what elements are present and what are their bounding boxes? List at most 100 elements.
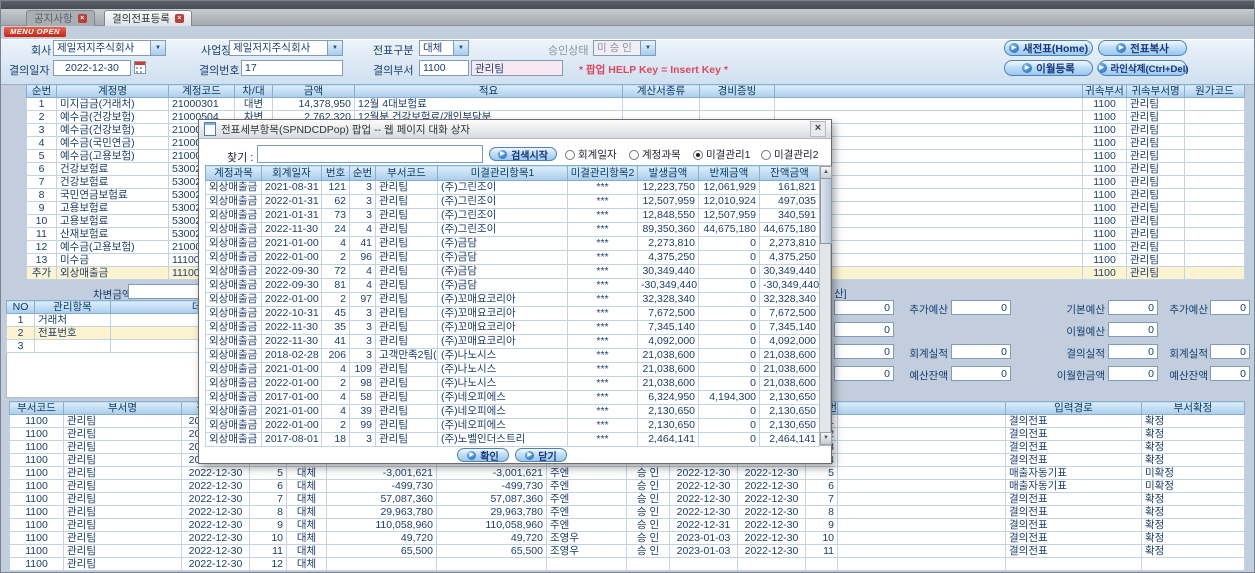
cell[interactable]: 0 (698, 264, 760, 279)
cell[interactable]: 승 인 (626, 492, 670, 506)
cell[interactable]: 0 (698, 278, 760, 293)
cell[interactable]: 주엔 (546, 492, 627, 506)
cell[interactable]: 7 (26, 175, 57, 189)
cell[interactable]: 21,038,600 (637, 362, 699, 377)
cell[interactable]: 거래처 (34, 313, 111, 327)
cell[interactable]: 1100 (9, 453, 64, 467)
cell[interactable]: *** (567, 334, 638, 349)
cell[interactable]: 관리팀 (63, 505, 182, 519)
cell[interactable]: 12월 4대보험료 (354, 97, 623, 111)
cell[interactable]: 관리팀 (375, 390, 438, 405)
cell[interactable]: 1100 (9, 492, 64, 506)
cell[interactable]: 관리팀 (63, 518, 182, 532)
cell[interactable]: 매출자동기표 (1005, 479, 1142, 493)
cell[interactable]: 12,507,959 (637, 194, 699, 209)
cell[interactable]: -3,001,621 (326, 466, 437, 480)
cell[interactable]: 12,223,750 (637, 180, 699, 195)
cell[interactable]: 5 (805, 466, 838, 480)
scroll-down-icon[interactable]: ▼ (820, 432, 832, 445)
cell[interactable]: 4 (321, 362, 350, 377)
cell[interactable] (1005, 557, 1142, 571)
cell[interactable]: 62 (321, 194, 350, 209)
carry-over-button[interactable]: ▶ 이월등록 (1004, 60, 1093, 76)
cell[interactable]: 8 (805, 505, 838, 519)
cell[interactable] (837, 544, 1006, 558)
cell[interactable]: 예수금(건강보험) (56, 110, 169, 124)
cell[interactable]: 관리팀 (375, 250, 438, 265)
cell[interactable]: 2022-01-31 (261, 194, 322, 209)
cell[interactable]: 65,500 (436, 544, 547, 558)
budget-left-resolution-value[interactable]: 0 (834, 344, 894, 359)
cell[interactable] (34, 339, 111, 353)
cell[interactable]: 주엔 (546, 466, 627, 480)
cell[interactable]: 관리팀 (375, 194, 438, 209)
cell[interactable]: 확정 (1141, 453, 1245, 467)
cell[interactable] (1184, 188, 1245, 202)
cell[interactable]: 미확정 (1141, 479, 1245, 493)
cell[interactable]: 1100 (1082, 110, 1127, 124)
cell[interactable] (699, 97, 775, 111)
cell[interactable]: (주)꼬매요코리아 (437, 334, 568, 349)
cell[interactable]: 44,675,180 (698, 222, 760, 237)
cell[interactable]: 2022-09-30 (261, 278, 322, 293)
cell[interactable]: (주)그린조이 (437, 194, 568, 209)
cell[interactable]: 관리팀 (375, 306, 438, 321)
cell[interactable]: 2,273,810 (637, 236, 699, 251)
cell[interactable]: 2,130,650 (759, 404, 820, 419)
cell[interactable]: 외상매출금 (205, 278, 262, 293)
radio-account-subject[interactable]: 계정과목 (629, 147, 681, 162)
cell[interactable]: 예수금(국민연금) (56, 136, 169, 150)
cell[interactable]: 1100 (1082, 253, 1127, 267)
cell[interactable]: 0 (698, 292, 760, 307)
cell[interactable]: 10 (26, 214, 57, 228)
cell[interactable]: 2022-12-30 (669, 492, 738, 506)
cell[interactable]: 2022-12-30 (181, 531, 250, 545)
budget-right-carry-value[interactable]: 0 (1108, 322, 1158, 337)
cell[interactable]: 3 (349, 432, 376, 447)
cell[interactable]: 32,328,340 (759, 292, 820, 307)
cell[interactable]: (주)꼬매요코리아 (437, 292, 568, 307)
cell[interactable]: 7,672,500 (759, 306, 820, 321)
cell[interactable]: 관리팀 (63, 492, 182, 506)
cell[interactable]: 2023-01-03 (669, 544, 738, 558)
cell[interactable]: 57,087,360 (436, 492, 547, 506)
cell[interactable]: 1100 (9, 518, 64, 532)
cell[interactable]: 관리팀 (63, 427, 182, 441)
popup-grid-scrollbar[interactable]: ▲ ▼ (819, 165, 832, 446)
cell[interactable]: 4,092,000 (759, 334, 820, 349)
cell[interactable]: 12 (26, 240, 57, 254)
cell[interactable]: 관리팀 (375, 236, 438, 251)
cell[interactable] (837, 466, 1006, 480)
cell[interactable] (805, 557, 838, 571)
cell[interactable]: *** (567, 418, 638, 433)
cell[interactable]: 확정 (1141, 531, 1245, 545)
cell[interactable]: 4 (349, 222, 376, 237)
cell[interactable]: 관리팀 (1126, 110, 1185, 124)
cell[interactable]: 결의전표 (1005, 453, 1142, 467)
cell[interactable]: 0 (698, 404, 760, 419)
cell[interactable]: (주)그린조이 (437, 180, 568, 195)
cell[interactable]: 추가 (26, 266, 57, 280)
cell[interactable]: 외상매출금 (205, 194, 262, 209)
cell[interactable]: 6 (805, 479, 838, 493)
cell[interactable]: 2022-12-30 (181, 518, 250, 532)
tab-voucher-register[interactable]: 결의전표등록 × (104, 10, 192, 26)
cell[interactable]: 2022-01-00 (261, 376, 322, 391)
cell[interactable]: 73 (321, 208, 350, 223)
cell[interactable]: 0 (698, 376, 760, 391)
cell[interactable]: 1100 (1082, 227, 1127, 241)
cell[interactable]: 확정 (1141, 414, 1245, 428)
cell[interactable]: 2022-12-30 (181, 466, 250, 480)
cell[interactable]: 3 (6, 339, 35, 353)
cell[interactable]: (주)네오피에스 (437, 390, 568, 405)
cell[interactable] (326, 557, 437, 571)
cell[interactable]: 대체 (286, 505, 327, 519)
cell[interactable] (1184, 266, 1245, 280)
cell[interactable]: 외상매출금 (205, 222, 262, 237)
resolution-no-input[interactable]: 17 (241, 60, 343, 76)
cell[interactable]: 1100 (1082, 149, 1127, 163)
cell[interactable] (626, 557, 670, 571)
cell[interactable]: 2022-11-30 (261, 334, 322, 349)
cell[interactable]: 확정 (1141, 544, 1245, 558)
cell[interactable]: *** (567, 180, 638, 195)
